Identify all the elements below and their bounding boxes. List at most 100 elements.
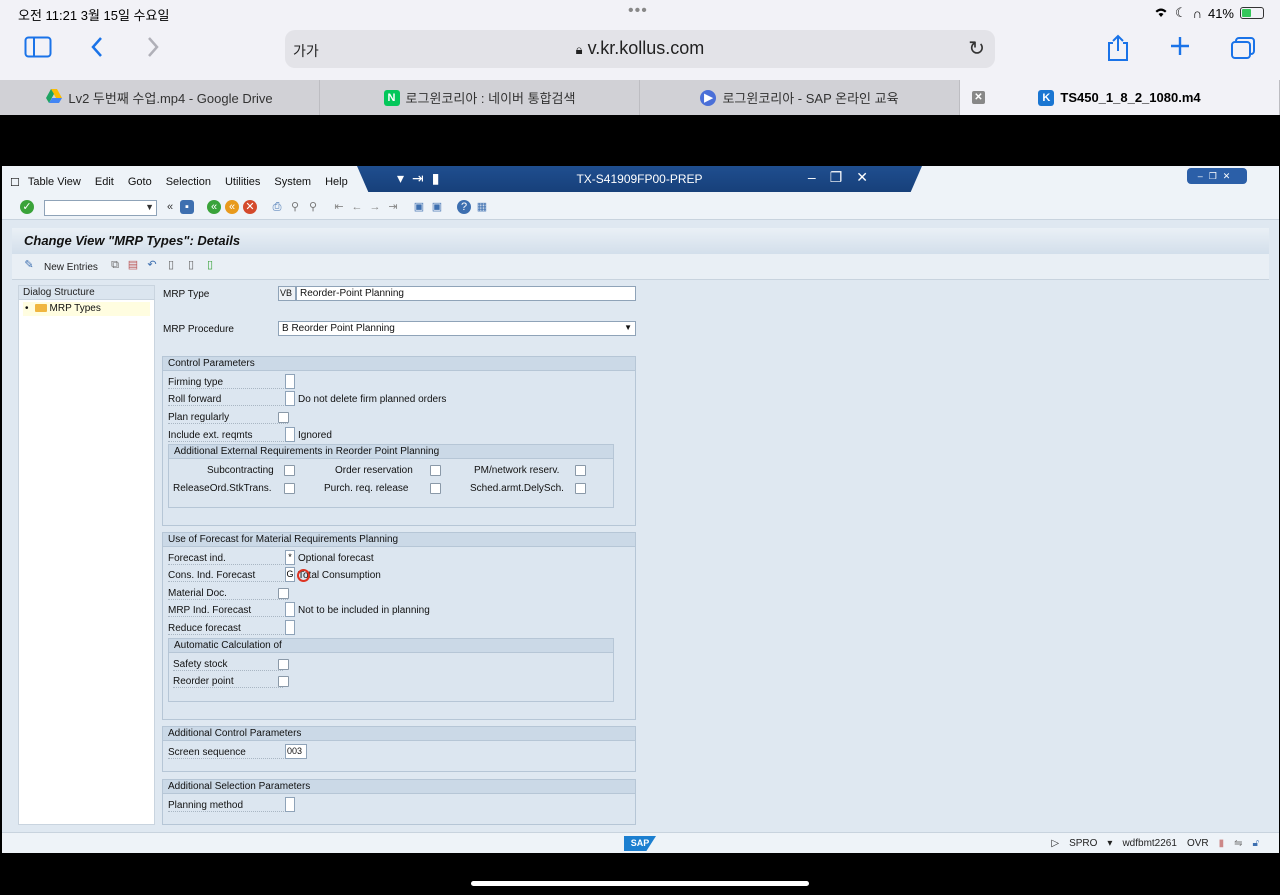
mrp-ind-forecast-label: MRP Ind. Forecast	[168, 605, 288, 617]
prev-page-icon[interactable]: ←	[350, 200, 364, 214]
help-icon[interactable]: ?	[457, 200, 471, 214]
roll-forward-text: Do not delete firm planned orders	[298, 394, 447, 405]
tab-video[interactable]: ✕ K TS450_1_8_2_1080.m4	[960, 80, 1280, 115]
home-indicator[interactable]	[471, 881, 809, 886]
find-next-icon[interactable]: ⚲	[306, 200, 320, 214]
reload-icon[interactable]: ↻	[968, 36, 985, 61]
forecast-ind-field[interactable]: *	[285, 550, 295, 565]
close-tab-icon[interactable]: ✕	[972, 91, 985, 104]
auto-calc-title: Automatic Calculation of	[169, 639, 613, 653]
change-display-icon[interactable]: ✎	[22, 258, 36, 272]
insert-mode[interactable]: OVR	[1187, 838, 1209, 849]
command-field[interactable]: ▼	[44, 200, 157, 216]
tab-naver[interactable]: N 로그윈코리아 : 네이버 통합검색	[320, 80, 640, 115]
include-ext-reqmts-field[interactable]	[285, 427, 295, 442]
roll-forward-field[interactable]	[285, 391, 295, 406]
back-icon[interactable]: «	[207, 200, 221, 214]
collapse-icon[interactable]: «	[163, 200, 177, 214]
menu-utilities[interactable]: Utilities	[225, 176, 260, 189]
last-page-icon[interactable]: ⇥	[386, 200, 400, 214]
shortcut-icon[interactable]: ▣	[430, 200, 444, 214]
cancel-icon[interactable]: ✕	[243, 200, 257, 214]
forward-icon[interactable]	[146, 36, 160, 65]
tab-sap-course[interactable]: ▶ 로그윈코리아 - SAP 온라인 교육	[640, 80, 960, 115]
performance-icon: ▮	[1218, 838, 1225, 849]
tab-google-drive[interactable]: Lv2 두번째 수업.mp4 - Google Drive	[0, 80, 320, 115]
first-page-icon[interactable]: ⇤	[332, 200, 346, 214]
new-tab-icon[interactable]	[1168, 34, 1192, 65]
server-name: wdfbmt2261	[1122, 838, 1177, 849]
firming-type-field[interactable]	[285, 374, 295, 389]
menu-help[interactable]: Help	[325, 176, 348, 189]
settings-icon[interactable]: ⇋	[1234, 838, 1242, 849]
next-entry-icon[interactable]: ▯	[184, 258, 198, 272]
play-icon[interactable]: ▷	[1051, 838, 1059, 849]
naver-icon: N	[383, 89, 400, 106]
unlock-icon[interactable]: 🔓︎	[1253, 838, 1259, 849]
save-icon[interactable]: ▪	[180, 200, 194, 214]
outer-window-buttons[interactable]: –❐✕	[1187, 168, 1247, 184]
application-toolbar: ✎ New Entries ⧉ ▤ ↶ ▯ ▯ ▯	[12, 254, 1269, 280]
screen-sequence-field[interactable]: 003	[285, 744, 307, 759]
undo-change-icon[interactable]: ↶	[145, 258, 159, 272]
exit-icon[interactable]: «	[225, 200, 239, 214]
menu-table-view[interactable]: Table View	[28, 176, 81, 189]
play-icon: ▶	[700, 89, 717, 106]
pm-network-checkbox[interactable]	[575, 465, 586, 476]
mrp-ind-forecast-field[interactable]	[285, 602, 295, 617]
safety-stock-checkbox[interactable]	[278, 659, 289, 670]
menu-edit[interactable]: Edit	[95, 176, 114, 189]
enter-check-icon[interactable]: ✓	[20, 200, 34, 214]
delete-icon[interactable]: ▤	[126, 258, 140, 272]
address-bar[interactable]: 가가 🔒︎ v.kr.kollus.com ↻	[285, 30, 995, 68]
battery-percent: 41%	[1207, 5, 1234, 21]
mrp-type-description[interactable]: Reorder-Point Planning	[296, 286, 636, 301]
new-session-icon[interactable]: ▣	[412, 200, 426, 214]
forecast-title: Use of Forecast for Material Requirement…	[163, 533, 635, 547]
forecast-ind-text: Optional forecast	[298, 553, 374, 564]
planning-method-field[interactable]	[285, 797, 295, 812]
share-icon[interactable]	[1106, 34, 1130, 69]
copy-as-icon[interactable]: ⧉	[108, 258, 122, 272]
layout-menu-icon[interactable]: ▦	[475, 200, 489, 214]
chevron-down-icon[interactable]: ▾	[1107, 838, 1112, 849]
menu-icon[interactable]: ☐	[10, 176, 20, 189]
moon-icon: ☾	[1174, 5, 1187, 20]
menu-goto[interactable]: Goto	[128, 176, 152, 189]
cons-ind-forecast-text: Total Consumption	[298, 570, 381, 581]
plan-regularly-checkbox[interactable]	[278, 412, 289, 423]
transport-icon[interactable]: ▯	[203, 258, 217, 272]
reduce-forecast-field[interactable]	[285, 620, 295, 635]
cons-ind-forecast-field[interactable]: G	[285, 567, 295, 582]
find-icon[interactable]: ⚲	[288, 200, 302, 214]
sched-armt-checkbox[interactable]	[575, 483, 586, 494]
previous-entry-icon[interactable]: ▯	[164, 258, 178, 272]
order-reservation-checkbox[interactable]	[430, 465, 441, 476]
sidebar-icon[interactable]	[24, 36, 52, 65]
safety-stock-label: Safety stock	[173, 659, 283, 671]
menu-system[interactable]: System	[274, 176, 311, 189]
new-entries-button[interactable]: New Entries	[44, 262, 98, 273]
menu-selection[interactable]: Selection	[166, 176, 211, 189]
print-icon[interactable]: ⎙	[270, 200, 284, 214]
subcontracting-label: Subcontracting	[207, 465, 274, 476]
mrp-procedure-select[interactable]: B Reorder Point Planning ▼	[278, 321, 636, 336]
purch-req-checkbox[interactable]	[430, 483, 441, 494]
back-icon[interactable]	[90, 36, 104, 65]
material-doc-checkbox[interactable]	[278, 588, 289, 599]
transaction-code[interactable]: SPRO	[1069, 838, 1097, 849]
sap-menubar: ☐ Table View Edit Goto Selection Utiliti…	[2, 166, 1279, 196]
chevron-down-icon[interactable]: ▼	[145, 202, 154, 212]
subcontracting-checkbox[interactable]	[284, 465, 295, 476]
url-text: 🔒︎ v.kr.kollus.com	[575, 38, 705, 58]
chevron-down-icon[interactable]: ▼	[624, 323, 632, 332]
tabs-overview-icon[interactable]	[1230, 36, 1256, 67]
sap-title-bar: ▾⇥▮ TX-S41909FP00-PREP –❐✕	[357, 166, 922, 192]
next-page-icon[interactable]: →	[368, 200, 382, 214]
reorder-point-checkbox[interactable]	[278, 676, 289, 687]
release-ord-checkbox[interactable]	[284, 483, 295, 494]
dialog-structure-item-mrp-types[interactable]: • MRP Types	[23, 302, 150, 316]
additional-selection-title: Additional Selection Parameters	[163, 780, 635, 794]
window-controls[interactable]: –❐✕	[808, 169, 882, 186]
multitask-dots[interactable]: •••	[628, 2, 648, 20]
